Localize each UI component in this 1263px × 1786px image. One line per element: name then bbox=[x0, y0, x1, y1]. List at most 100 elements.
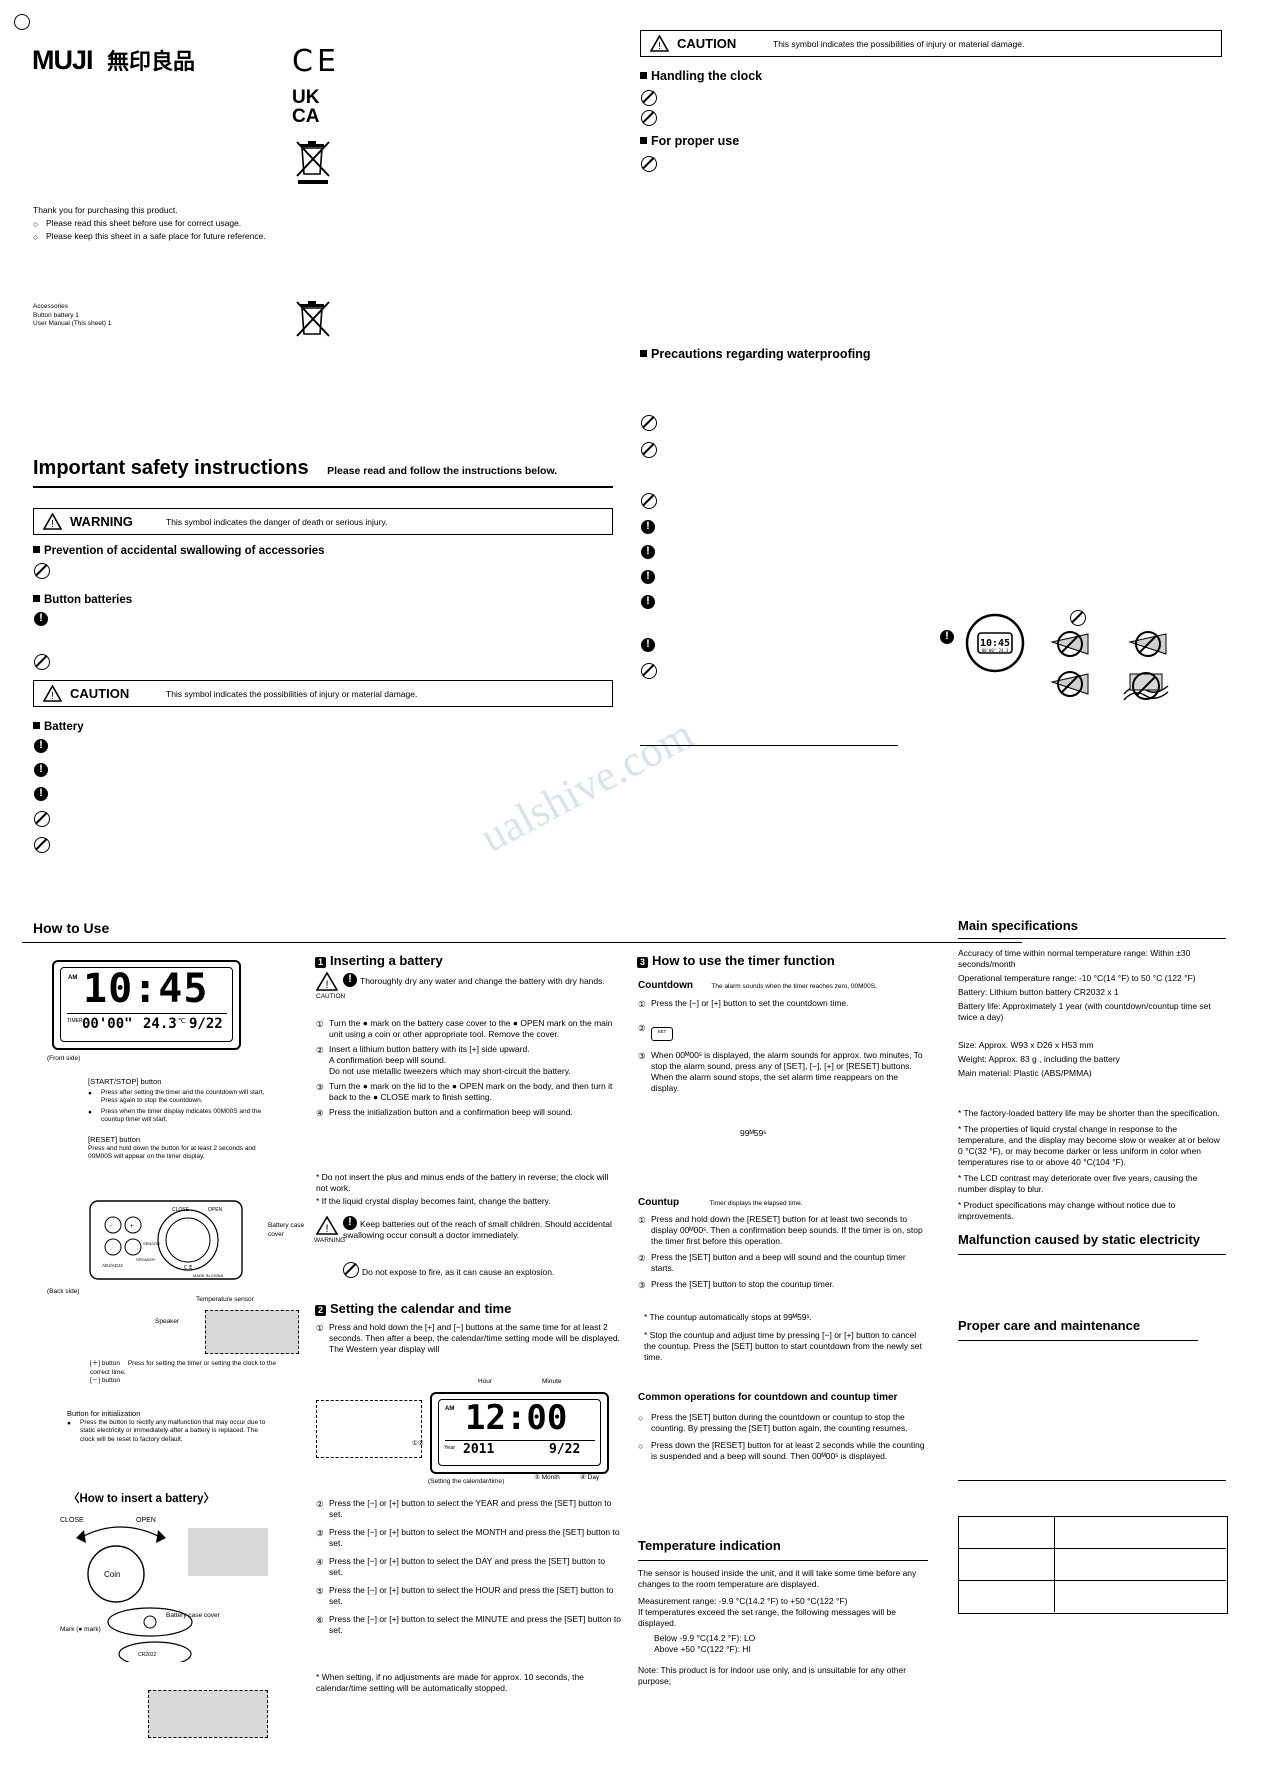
accessories-block: Accessories Button battery 1 User Manual… bbox=[33, 303, 273, 329]
howto-title: How to Use bbox=[33, 920, 110, 936]
setting-lcd-md: 9/22 bbox=[549, 1442, 581, 1457]
setting-lcd-time: 12:00 bbox=[465, 1398, 568, 1438]
temperature-body: The sensor is housed inside the unit, an… bbox=[638, 1568, 928, 1687]
caution-label-step1: CAUTION bbox=[316, 993, 346, 1000]
right-section-3-label: Precautions regarding waterproofing bbox=[651, 347, 871, 361]
step1-header: 1 Inserting a battery bbox=[315, 952, 443, 970]
startstop-label: [START/STOP] button bbox=[88, 1077, 162, 1086]
safety-section-1-label: Prevention of accidental swallowing of a… bbox=[44, 545, 325, 557]
specs-notes: * The factory-loaded battery life may be… bbox=[958, 1108, 1226, 1227]
circled-2-icon: ② bbox=[316, 1045, 324, 1055]
lcd-time: 10:45 bbox=[83, 966, 209, 1012]
care-title: Proper care and maintenance bbox=[958, 1318, 1141, 1333]
temperature-p5: Above +50 °C(122 °F): HI bbox=[654, 1644, 751, 1654]
circled-1-icon: ① bbox=[316, 1019, 324, 1029]
plus-button-label: [＋] button bbox=[90, 1360, 120, 1367]
safety-title: Important safety instructions bbox=[33, 457, 309, 479]
safety-section-3-label: Battery bbox=[44, 721, 84, 733]
countdown-step-1: ① Press the [−] or [+] button to set the … bbox=[638, 998, 928, 1011]
battery-bottom-detail-box bbox=[148, 1690, 268, 1738]
caution-desc-right: This symbol indicates the possibilities … bbox=[773, 39, 1025, 49]
svg-text:!: ! bbox=[51, 519, 54, 530]
circled-1-icon: ① bbox=[638, 999, 646, 1009]
prohibit-icon-warn2 bbox=[343, 1262, 359, 1278]
specs-list: Accuracy of time within normal temperatu… bbox=[958, 948, 1226, 1026]
right-separator-rule bbox=[640, 745, 898, 746]
specs-title: Main specifications bbox=[958, 918, 1078, 933]
svg-text:CR2032: CR2032 bbox=[138, 1652, 157, 1658]
prohibit-icon-r2 bbox=[641, 110, 657, 131]
step3-number: 3 bbox=[637, 957, 648, 968]
lcd-am-label: AM bbox=[68, 975, 78, 981]
set-button-icon: SET bbox=[651, 1027, 673, 1041]
insert-battery-title: 〈How to insert a battery〉 bbox=[68, 1493, 215, 1505]
step1-caution-text: Thoroughly dry any water and change the … bbox=[360, 976, 605, 986]
ukca-top: UK bbox=[292, 87, 320, 108]
step2-steps: ② Press the [−] or [+] button to select t… bbox=[316, 1498, 621, 1643]
common-ops-list: ○ Press the [SET] button during the count… bbox=[638, 1412, 928, 1468]
safety-rule bbox=[33, 486, 613, 488]
caution-box-right: ! CAUTION This symbol indicates the poss… bbox=[640, 30, 1222, 57]
temp-sensor-callout: Temperature sensor bbox=[196, 1296, 254, 1303]
minus-button-label: [－] button bbox=[90, 1377, 120, 1384]
temperature-p3: If temperatures exceed the set range, th… bbox=[638, 1607, 896, 1628]
svg-text:+: + bbox=[130, 1224, 134, 1230]
step1-list: ① Turn the ● mark on the battery case cov… bbox=[316, 1018, 621, 1122]
circled-1-icon: ① bbox=[638, 1215, 646, 1225]
countdown-step-1-text: Press the [−] or [+] button to set the c… bbox=[651, 998, 849, 1008]
step2-intro: ① Press and hold down the [+] and [−] but… bbox=[316, 1322, 621, 1357]
step1-item-4: Press the initialization button and a co… bbox=[329, 1107, 573, 1117]
right-section-2: For proper use bbox=[640, 132, 739, 150]
prohibit-icon-s1 bbox=[34, 563, 50, 584]
step2-number: 2 bbox=[315, 1305, 326, 1316]
setting-lcd-dashbox bbox=[316, 1400, 422, 1458]
accessories-title: Accessories bbox=[33, 303, 69, 310]
countdown-label: Countdown bbox=[638, 980, 693, 991]
square-bullet-icon bbox=[640, 350, 647, 357]
intro-thanks: Thank you for purchasing this product. bbox=[33, 205, 178, 215]
common-op-1: Press the [SET] button during the countd… bbox=[651, 1412, 908, 1433]
right-section-3: Precautions regarding waterproofing bbox=[640, 345, 870, 363]
square-bullet-icon bbox=[640, 72, 647, 79]
specs-list-2: Size: Approx. W93 x D26 x H53 mm Weight:… bbox=[958, 1040, 1226, 1082]
circled-3-icon: ③ bbox=[316, 1528, 324, 1538]
setting-lcd-caption: (Setting the calendar/time) bbox=[428, 1478, 505, 1485]
bullet-circle-icon: ○ bbox=[638, 1441, 644, 1451]
square-bullet-icon bbox=[33, 546, 40, 553]
reset-desc: Press and hold down the button for at le… bbox=[88, 1144, 256, 1161]
caution-desc-left: This symbol indicates the possibilities … bbox=[166, 689, 418, 699]
intro-block: Thank you for purchasing this product. ○… bbox=[33, 205, 283, 244]
lcd-temp-value: 24.3 bbox=[143, 1016, 177, 1032]
svg-text:!: ! bbox=[325, 979, 328, 991]
excl-icon-step1 bbox=[343, 972, 357, 987]
weee-bin-icon-1 bbox=[294, 140, 332, 189]
right-section-1-label: Handling the clock bbox=[651, 69, 763, 83]
howto-rule bbox=[22, 942, 1022, 943]
safety-section-1: Prevention of accidental swallowing of a… bbox=[33, 541, 325, 559]
no-water-jet-pictogram-2 bbox=[1116, 628, 1176, 667]
manual-page: ualshive.com MUJI 無印良品 CE UK CA Thank yo… bbox=[0, 0, 1263, 1786]
square-bullet-icon bbox=[640, 137, 647, 144]
circled-3-icon: ③ bbox=[316, 1082, 324, 1092]
mark-callout: Mark (● mark) bbox=[60, 1626, 101, 1633]
svg-text:OPEN: OPEN bbox=[136, 1517, 156, 1524]
warning-label: WARNING bbox=[70, 514, 133, 529]
setting-lcd-illustration: AM 12:00 Year 2011 9/22 Hour Minute ①② ③… bbox=[412, 1378, 609, 1481]
safety-subtitle: Please read and follow the instructions … bbox=[327, 465, 558, 477]
spec-table bbox=[958, 1516, 1228, 1614]
circled-6-icon: ⑥ bbox=[316, 1615, 324, 1625]
caution-triangle-icon-right: ! bbox=[649, 34, 670, 57]
reset-label: [RESET] button bbox=[88, 1135, 141, 1144]
step2-title: Setting the calendar and time bbox=[330, 1301, 512, 1316]
svg-text:CLOSE: CLOSE bbox=[60, 1517, 84, 1524]
step2-item-5: Press the [−] or [+] button to select th… bbox=[329, 1614, 621, 1635]
prohibit-icon-s2 bbox=[34, 654, 50, 675]
ce-mark-icon: CE bbox=[292, 44, 340, 79]
bottom-separator-rule bbox=[958, 1480, 1226, 1481]
init-title: Button for initialization bbox=[67, 1409, 141, 1418]
svg-text:CLOSE: CLOSE bbox=[172, 1207, 190, 1213]
step2-header: 2 Setting the calendar and time bbox=[315, 1300, 511, 1318]
ukca-mark-icon: UK CA bbox=[292, 88, 319, 126]
waterproof-icon-list bbox=[641, 415, 657, 690]
month-label: ③ Month bbox=[534, 1474, 560, 1481]
